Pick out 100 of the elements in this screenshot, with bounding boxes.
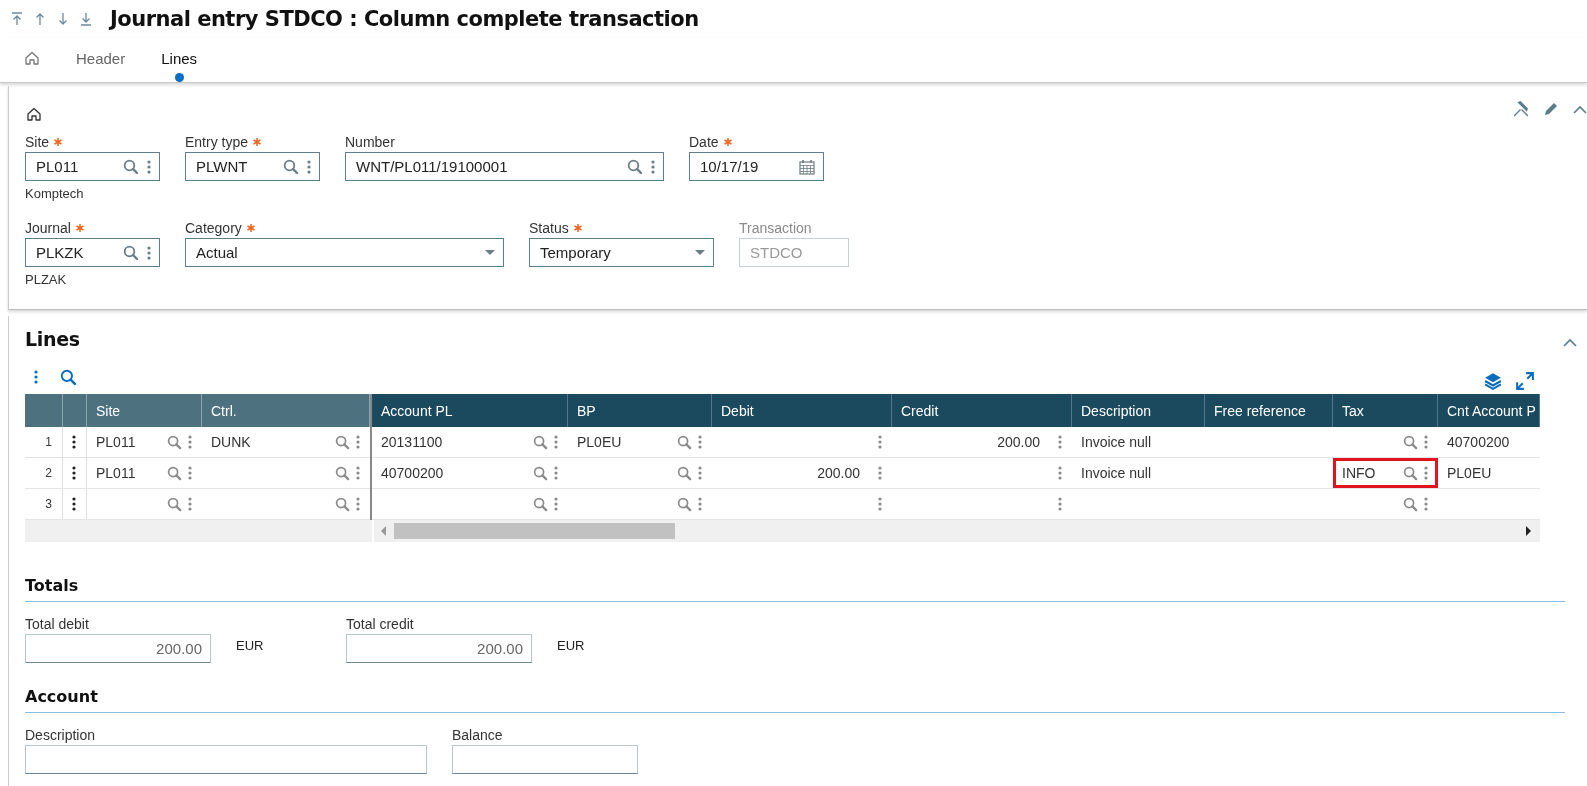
lookup-field[interactable]: PLKZK bbox=[25, 238, 160, 267]
more-icon[interactable] bbox=[1058, 466, 1062, 480]
horizontal-scrollbar[interactable] bbox=[25, 520, 1540, 542]
layers-icon[interactable] bbox=[1484, 372, 1502, 390]
more-icon[interactable] bbox=[188, 466, 192, 480]
grid-cell[interactable]: PL011 bbox=[87, 458, 202, 489]
column-header[interactable]: Description bbox=[1072, 394, 1205, 427]
grid-cell[interactable]: PL0EU bbox=[1438, 458, 1540, 489]
lookup-field[interactable]: PLWNT bbox=[185, 152, 320, 181]
search-icon[interactable] bbox=[335, 496, 350, 512]
row-menu-icon[interactable] bbox=[72, 497, 76, 511]
more-icon[interactable] bbox=[878, 435, 882, 449]
grid-cell[interactable]: Invoice null bbox=[1072, 458, 1205, 489]
first-record-icon[interactable] bbox=[10, 11, 24, 27]
pin-icon[interactable] bbox=[1512, 100, 1529, 117]
more-icon[interactable] bbox=[356, 435, 360, 449]
lookup-field[interactable]: WNT/PL011/19100001 bbox=[345, 152, 664, 181]
search-icon[interactable] bbox=[1403, 496, 1418, 512]
grid-cell[interactable]: Invoice null bbox=[1072, 427, 1205, 458]
more-icon[interactable] bbox=[698, 466, 702, 480]
grid-cell[interactable]: PL0EU bbox=[568, 427, 712, 458]
search-icon[interactable] bbox=[167, 465, 182, 481]
text-field[interactable] bbox=[25, 745, 427, 774]
more-icon[interactable] bbox=[34, 370, 38, 384]
tab[interactable]: Header bbox=[58, 50, 144, 82]
dropdown-caret-icon[interactable] bbox=[695, 250, 705, 255]
search-icon[interactable] bbox=[167, 496, 182, 512]
grid-cell[interactable]: 40700200 bbox=[372, 458, 568, 489]
date-field[interactable]: 10/17/19 bbox=[689, 152, 824, 181]
column-header[interactable]: BP bbox=[568, 394, 712, 427]
amount-field: 200.00 bbox=[346, 634, 532, 663]
search-icon[interactable] bbox=[533, 496, 548, 512]
search-icon[interactable] bbox=[533, 434, 548, 450]
more-icon[interactable] bbox=[698, 435, 702, 449]
grid-cell[interactable]: 200.00 bbox=[712, 458, 892, 489]
next-record-icon[interactable] bbox=[56, 11, 70, 27]
more-icon[interactable] bbox=[1058, 497, 1062, 511]
more-icon[interactable] bbox=[1424, 466, 1428, 480]
more-icon[interactable] bbox=[147, 159, 151, 174]
search-icon[interactable] bbox=[335, 434, 350, 450]
more-icon[interactable] bbox=[188, 497, 192, 511]
column-header[interactable]: Ctrl. bbox=[202, 394, 370, 427]
tab[interactable]: Lines bbox=[143, 50, 216, 82]
search-icon[interactable] bbox=[627, 158, 643, 175]
grid-cell[interactable]: 20131100 bbox=[372, 427, 568, 458]
row-menu-icon[interactable] bbox=[72, 466, 76, 480]
lookup-field[interactable]: PL011 bbox=[25, 152, 160, 181]
more-icon[interactable] bbox=[698, 497, 702, 511]
search-icon[interactable] bbox=[167, 434, 182, 450]
search-icon[interactable] bbox=[123, 158, 139, 175]
more-icon[interactable] bbox=[307, 159, 311, 174]
column-header[interactable]: Credit bbox=[892, 394, 1072, 427]
search-icon[interactable] bbox=[533, 465, 548, 481]
collapse-icon[interactable] bbox=[1563, 336, 1577, 348]
more-icon[interactable] bbox=[1424, 435, 1428, 449]
column-header[interactable]: Account PL bbox=[372, 394, 568, 427]
home-icon[interactable] bbox=[26, 106, 42, 122]
column-header[interactable]: Debit bbox=[712, 394, 892, 427]
column-header[interactable]: Cnt Account P bbox=[1438, 394, 1540, 427]
more-icon[interactable] bbox=[356, 466, 360, 480]
more-icon[interactable] bbox=[554, 466, 558, 480]
more-icon[interactable] bbox=[554, 435, 558, 449]
more-icon[interactable] bbox=[1424, 497, 1428, 511]
more-icon[interactable] bbox=[356, 497, 360, 511]
grid-cell[interactable]: PL011 bbox=[87, 427, 202, 458]
scroll-right-icon[interactable] bbox=[1526, 526, 1532, 536]
text-field[interactable] bbox=[452, 745, 638, 774]
row-menu-icon[interactable] bbox=[72, 435, 76, 449]
last-record-icon[interactable] bbox=[79, 11, 93, 27]
calendar-icon[interactable] bbox=[799, 158, 815, 175]
column-header[interactable]: Tax bbox=[1333, 394, 1438, 427]
scroll-left-icon[interactable] bbox=[380, 526, 386, 536]
search-icon[interactable] bbox=[1403, 434, 1418, 450]
search-icon[interactable] bbox=[1403, 465, 1418, 481]
search-icon[interactable] bbox=[283, 158, 299, 175]
more-icon[interactable] bbox=[554, 497, 558, 511]
more-icon[interactable] bbox=[147, 245, 151, 260]
dropdown-field[interactable]: Actual bbox=[185, 238, 504, 267]
expand-icon[interactable] bbox=[1516, 372, 1534, 390]
search-icon[interactable] bbox=[123, 244, 139, 261]
dropdown-caret-icon[interactable] bbox=[485, 250, 495, 255]
dropdown-field[interactable]: Temporary bbox=[529, 238, 714, 267]
more-icon[interactable] bbox=[651, 159, 655, 174]
search-icon[interactable] bbox=[677, 496, 692, 512]
edit-icon[interactable] bbox=[1543, 100, 1559, 117]
grid-cell[interactable]: 200.00 bbox=[892, 427, 1072, 458]
column-header[interactable]: Site bbox=[87, 394, 202, 427]
field-label: Description bbox=[25, 727, 96, 743]
more-icon[interactable] bbox=[878, 466, 882, 480]
column-header[interactable]: Free reference bbox=[1205, 394, 1333, 427]
more-icon[interactable] bbox=[878, 497, 882, 511]
more-icon[interactable] bbox=[1058, 435, 1062, 449]
grid-cell[interactable]: 40700200 bbox=[1438, 427, 1540, 458]
search-icon[interactable] bbox=[335, 465, 350, 481]
grid-cell[interactable]: INFO bbox=[1333, 458, 1438, 489]
search-icon[interactable] bbox=[677, 434, 692, 450]
search-icon[interactable] bbox=[677, 465, 692, 481]
more-icon[interactable] bbox=[188, 435, 192, 449]
search-icon[interactable] bbox=[60, 368, 77, 386]
field-label: Number bbox=[345, 134, 395, 150]
